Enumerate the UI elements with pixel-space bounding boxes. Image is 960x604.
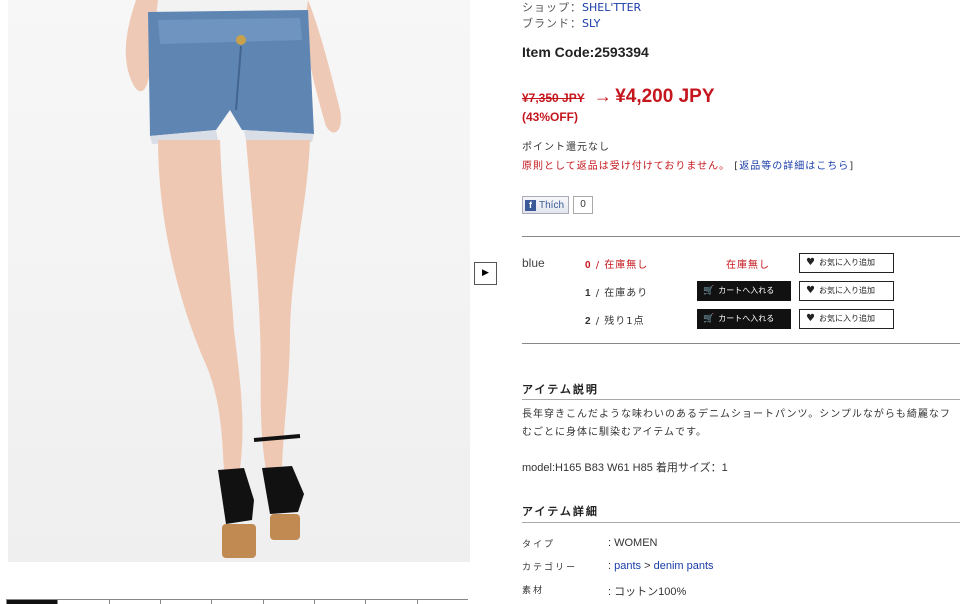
add-to-cart-button[interactable]: 🛒 カートへ入れる	[697, 281, 791, 301]
size-status: / 残り1点	[595, 316, 645, 327]
section-divider	[522, 522, 960, 523]
shop-link[interactable]: SHEL'TTER	[582, 1, 641, 14]
like-count: 0	[573, 196, 594, 214]
heart-icon: ♥	[806, 313, 815, 324]
bracket-close: ]	[849, 161, 855, 172]
spec-value: : WOMEN	[608, 537, 658, 549]
section-divider	[522, 399, 960, 400]
facebook-like: f Thích 0	[522, 196, 960, 214]
variant-size: 0 / 在庫無し	[585, 256, 648, 271]
spec-value: : pants > denim pants	[608, 560, 714, 572]
item-description-title: アイテム説明	[522, 383, 599, 396]
product-info: ショップ：SHEL'TTER ブランド：SLY Item Code:259339…	[522, 0, 960, 214]
thumbnail[interactable]	[262, 599, 314, 604]
spec-key: カテゴリー	[522, 563, 578, 573]
product-image	[125, 0, 341, 558]
sale-price: ¥4,200 JPY	[615, 86, 715, 107]
spec-value: : コットン100%	[608, 586, 687, 598]
variant-row: blue 0 / 在庫無し 在庫無し ♥ お気に入り追加	[522, 251, 960, 275]
thumbnail[interactable]	[57, 599, 109, 604]
fav-label: お気に入り追加	[818, 286, 875, 295]
item-code: Item Code:2593394	[522, 44, 649, 60]
spec-row-type: タイプ : WOMEN	[522, 537, 960, 555]
size-status: / 在庫あり	[595, 288, 649, 299]
variant-table: blue 0 / 在庫無し 在庫無し ♥ お気に入り追加 1 / 在庫あり 🛒 カー…	[522, 236, 960, 344]
category-denim-pants-link[interactable]: denim pants	[654, 560, 714, 572]
size-status: / 在庫無し	[595, 260, 649, 271]
size-number: 1	[585, 288, 592, 299]
out-of-stock-label: 在庫無し	[726, 260, 770, 271]
like-button[interactable]: f Thích	[522, 196, 570, 214]
size-number: 2	[585, 316, 592, 327]
thumbnail[interactable]	[159, 599, 212, 604]
fav-label: お気に入り追加	[818, 314, 875, 323]
fav-label: お気に入り追加	[818, 258, 875, 267]
variant-row: 1 / 在庫あり 🛒 カートへ入れる ♥ お気に入り追加	[522, 279, 960, 303]
heart-icon: ♥	[806, 285, 815, 296]
spec-row-material: 素材 : コットン100%	[522, 583, 960, 601]
product-photo[interactable]	[8, 0, 470, 562]
cart-label: カートへ入れる	[718, 314, 775, 323]
play-slideshow-button[interactable]: ▶	[474, 262, 497, 285]
model-info: model:H165 B83 W61 H85 着用サイズ：1	[522, 462, 728, 474]
variant-size: 1 / 在庫あり	[585, 284, 648, 299]
shop-row: ショップ：SHEL'TTER	[522, 0, 960, 16]
cart-icon: 🛒	[703, 286, 715, 296]
original-price: ¥7,350 JPY	[522, 91, 585, 105]
cart-label: カートへ入れる	[718, 286, 775, 295]
price-arrow: →	[593, 86, 612, 106]
facebook-icon: f	[525, 199, 536, 211]
spec-key: タイプ	[522, 540, 556, 550]
spec-row-category: カテゴリー : pants > denim pants	[522, 560, 960, 578]
add-to-favorites-button[interactable]: ♥ お気に入り追加	[799, 281, 894, 301]
add-to-favorites-button[interactable]: ♥ お気に入り追加	[799, 309, 894, 329]
thumbnail[interactable]	[313, 599, 366, 604]
brand-row: ブランド：SLY	[522, 16, 960, 32]
returns-policy: 原則として返品は受け付けておりません。 [返品等の詳細はこちら]	[522, 157, 960, 172]
variant-size: 2 / 残り1点	[585, 312, 645, 327]
description-line: 長年穿きこんだような味わいのあるデニムショートパンツ。シンプルながらも綺麗なフ	[522, 409, 951, 420]
thumbnail[interactable]	[108, 599, 160, 604]
size-number: 0	[585, 260, 592, 271]
points-note: ポイント還元なし	[522, 142, 610, 153]
discount-label: (43%OFF)	[522, 110, 579, 124]
heart-icon: ♥	[806, 257, 815, 268]
item-description: 長年穿きこんだような味わいのあるデニムショートパンツ。シンプルながらも綺麗なフ …	[522, 406, 960, 442]
thumbnail[interactable]	[211, 599, 263, 604]
like-label: Thích	[539, 199, 565, 211]
category-separator: :	[608, 560, 612, 572]
category-arrow: >	[644, 560, 651, 572]
item-details-title: アイテム詳細	[522, 505, 599, 518]
thumbnail-strip	[6, 599, 468, 604]
price-line: ¥7,350 JPY → ¥4,200 JPY	[522, 86, 960, 108]
description-line: むごとに身体に馴染むアイテムです。	[522, 427, 707, 438]
thumbnail[interactable]	[416, 599, 468, 604]
cart-icon: 🛒	[703, 314, 715, 324]
thumbnail[interactable]	[6, 599, 58, 604]
brand-link[interactable]: SLY	[582, 17, 600, 30]
variant-color: blue	[522, 256, 545, 270]
thumbnail[interactable]	[365, 599, 417, 604]
shop-label: ショップ：	[522, 1, 582, 14]
category-pants-link[interactable]: pants	[614, 560, 641, 572]
add-to-favorites-button[interactable]: ♥ お気に入り追加	[799, 253, 894, 273]
brand-label: ブランド：	[522, 17, 582, 30]
add-to-cart-button[interactable]: 🛒 カートへ入れる	[697, 309, 791, 329]
spec-key: 素材	[522, 586, 545, 596]
returns-details-link[interactable]: 返品等の詳細はこちら	[739, 161, 849, 172]
returns-text: 原則として返品は受け付けておりません。	[522, 161, 731, 172]
variant-row: 2 / 残り1点 🛒 カートへ入れる ♥ お気に入り追加	[522, 307, 960, 331]
